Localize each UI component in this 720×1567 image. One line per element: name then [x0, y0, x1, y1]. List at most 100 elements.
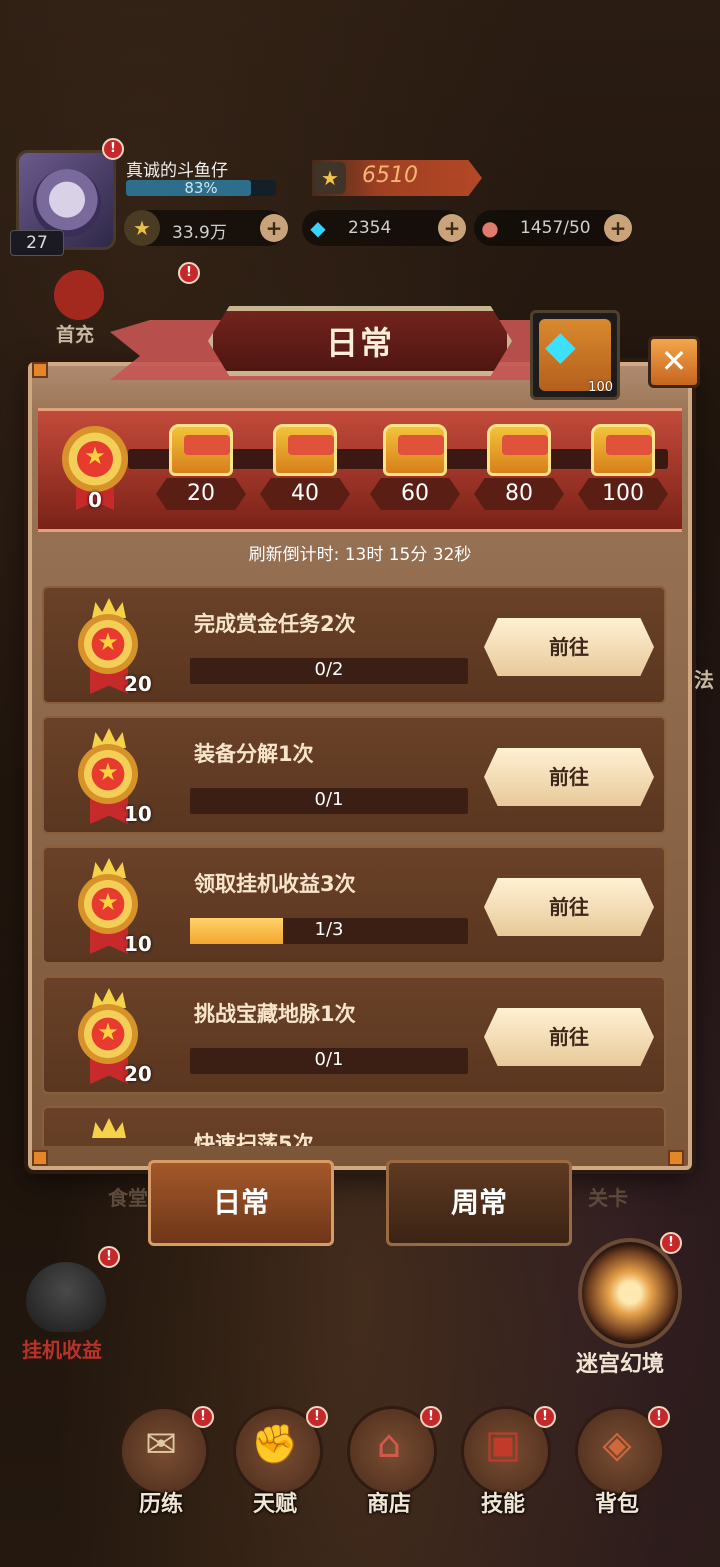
chest-icon [487, 424, 551, 476]
stamina-counter: ● 1457/50 + [474, 210, 632, 246]
milestone-label: 20 [156, 478, 246, 510]
nav-label: 背包 [594, 1492, 639, 1517]
gold-value: 33.9万 [172, 223, 227, 243]
task-points: 10 [124, 932, 152, 956]
reward-preview-box[interactable]: ◆ 100 [530, 310, 620, 400]
notification-dot: ! [192, 1406, 214, 1428]
close-button[interactable]: ✕ [648, 336, 700, 388]
task-title: 领取挂机收益3次 [194, 872, 356, 896]
task-row: ★ 10 装备分解1次 0/1 前往 [42, 716, 666, 834]
star-icon: ★ [97, 888, 119, 916]
task-title: 挑战宝藏地脉1次 [194, 1002, 356, 1026]
activity-points-medal: ★ 0 [54, 414, 136, 514]
idle-income-label[interactable]: 挂机收益 [22, 1334, 102, 1363]
chest-icon [273, 424, 337, 476]
shop-icon: ⌂ [376, 1422, 402, 1466]
task-row: ★ 10 领取挂机收益3次 1/3 前往 [42, 846, 666, 964]
milestone-chest[interactable]: 80 [474, 424, 564, 514]
task-points: 20 [124, 672, 152, 696]
first-charge-label: 首充 [56, 324, 95, 346]
star-icon: ★ [97, 758, 119, 786]
star-icon: ★ [84, 442, 106, 470]
add-stamina-button[interactable]: + [604, 214, 632, 242]
book-icon: ▣ [485, 1422, 521, 1466]
milestone-chest[interactable]: 60 [370, 424, 460, 514]
task-row: ★ 20 挑战宝藏地脉1次 0/1 前往 [42, 976, 666, 1094]
task-points-medal: ★ 20 [68, 598, 158, 698]
first-charge-icon [54, 270, 104, 320]
chest-icon [169, 424, 233, 476]
notification-dot: ! [660, 1232, 682, 1254]
task-title: 快速扫荡5次 [194, 1132, 314, 1146]
task-points-medal: ★ 20 [68, 988, 158, 1088]
task-progress-text: 1/3 [314, 919, 344, 940]
go-button[interactable]: 前往 [484, 748, 654, 806]
nav-label: 技能 [480, 1492, 525, 1517]
task-row: 快速扫荡5次 [42, 1106, 666, 1146]
gem-value: 2354 [348, 218, 392, 238]
nav-label: 历练 [138, 1492, 183, 1517]
maze-label[interactable]: 迷宫幻境 [576, 1346, 664, 1378]
milestone-chest[interactable]: 40 [260, 424, 350, 514]
chest-icon [591, 424, 655, 476]
task-row: ★ 20 完成赏金任务2次 0/2 前往 [42, 586, 666, 704]
panel-corner [668, 1150, 684, 1166]
milestone-chest[interactable]: 100 [578, 424, 668, 514]
add-gems-button[interactable]: + [438, 214, 466, 242]
power-value: 6510 [362, 163, 418, 188]
go-button[interactable]: 前往 [484, 878, 654, 936]
gold-counter: ★ 33.9万 + [124, 210, 288, 246]
task-points-medal: ★ 10 [68, 728, 158, 828]
xp-percent: 83% [184, 179, 218, 197]
add-gold-button[interactable]: + [260, 214, 288, 242]
combat-power: ★ 6510 [312, 160, 482, 196]
fist-icon: ✊ [251, 1422, 299, 1466]
food-label: 食堂 [108, 1186, 148, 1210]
panel-title-plate: 日常 [208, 306, 512, 376]
stamina-value: 1457/50 [520, 218, 591, 238]
nav-label: 天赋 [252, 1492, 297, 1517]
task-points-medal [68, 1118, 158, 1146]
panel-corner [32, 362, 48, 378]
chest-icon [383, 424, 447, 476]
milestone-chest[interactable]: 20 [156, 424, 246, 514]
notification-dot: ! [534, 1406, 556, 1428]
panel-title: 日常 [325, 324, 394, 362]
panel-corner [32, 1150, 48, 1166]
task-progress-text: 0/1 [314, 1049, 344, 1070]
meat-icon: ● [481, 216, 499, 240]
scroll-icon: ✉ [145, 1422, 177, 1466]
gem-icon: ◆ [310, 216, 326, 240]
stage-label: 关卡 [588, 1186, 628, 1210]
gold-coin-icon: ★ [124, 210, 160, 246]
current-points: 0 [88, 488, 102, 512]
gem-counter: ◆ 2354 + [302, 210, 466, 246]
go-button[interactable]: 前往 [484, 618, 654, 676]
gem-icon: ◆ [545, 323, 576, 369]
reward-count: 100 [588, 380, 613, 395]
milestone-label: 40 [260, 478, 350, 510]
task-progress-text: 0/1 [314, 789, 344, 810]
star-icon: ★ [97, 1018, 119, 1046]
magic-label: 法 [694, 668, 714, 692]
notification-dot: ! [178, 262, 200, 284]
player-name: 真诚的斗鱼仔 [126, 161, 228, 181]
tab-daily[interactable]: 日常 [148, 1160, 334, 1246]
refresh-countdown: 刷新倒计时: 13时 15分 32秒 [248, 545, 472, 565]
player-level: 27 [10, 230, 64, 256]
milestone-label: 100 [578, 478, 668, 510]
task-list[interactable]: ★ 20 完成赏金任务2次 0/2 前往 ★ 10 装备分解1次 0/1 前往 … [42, 586, 666, 1146]
cooking-pot-icon[interactable] [26, 1262, 106, 1332]
notification-dot: ! [306, 1406, 328, 1428]
first-charge-button[interactable]: 首充 [14, 270, 114, 346]
tab-weekly[interactable]: 周常 [386, 1160, 572, 1246]
star-icon: ★ [97, 628, 119, 656]
task-points: 10 [124, 802, 152, 826]
go-button[interactable]: 前往 [484, 1008, 654, 1066]
milestone-label: 80 [474, 478, 564, 510]
task-title: 完成赏金任务2次 [194, 612, 356, 636]
maze-portal-icon[interactable] [578, 1238, 682, 1348]
task-points-medal: ★ 10 [68, 858, 158, 958]
task-progress-text: 0/2 [314, 659, 344, 680]
nav-label: 商店 [366, 1492, 411, 1517]
